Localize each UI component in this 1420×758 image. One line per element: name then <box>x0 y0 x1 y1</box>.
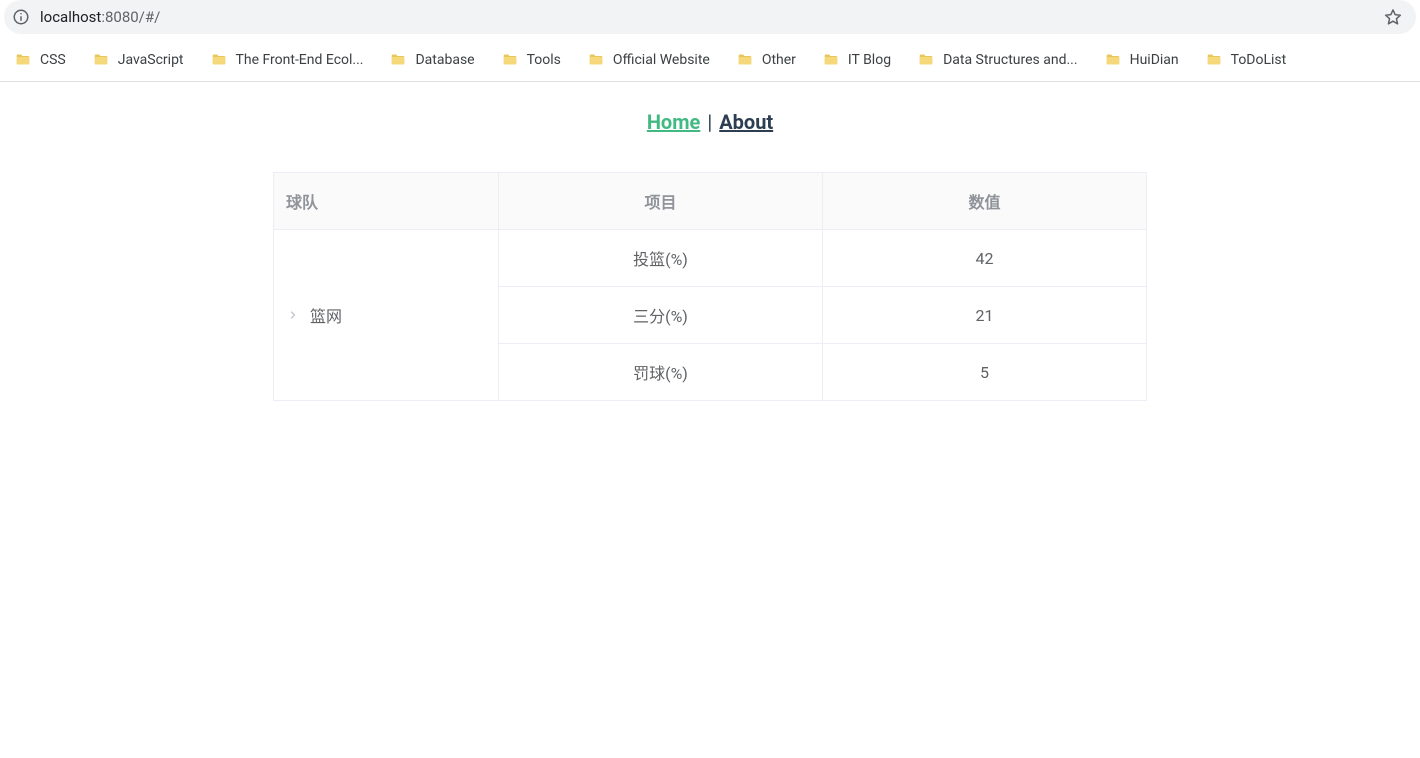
nav-link-home[interactable]: Home <box>647 110 701 134</box>
bookmark-label: CSS <box>40 52 66 68</box>
header-value: 数值 <box>823 173 1147 230</box>
info-icon[interactable] <box>12 8 30 26</box>
team-cell: 篮网 <box>274 230 499 401</box>
nav-links: Home | About <box>0 110 1420 134</box>
bookmark-item[interactable]: Tools <box>491 46 571 74</box>
bookmark-label: Data Structures and... <box>943 52 1078 68</box>
address-bar[interactable]: localhost:8080/#/ <box>4 0 1416 34</box>
bookmark-item[interactable]: The Front-End Ecol... <box>200 46 374 74</box>
url-text[interactable]: localhost:8080/#/ <box>40 8 1384 26</box>
table-header-row: 球队 项目 数值 <box>274 173 1147 230</box>
bookmark-item[interactable]: Official Website <box>577 46 720 74</box>
table-body: 篮网 投篮(%) 42 三分(%) 21 罚球(%) 5 <box>274 230 1147 401</box>
bookmark-label: IT Blog <box>848 52 891 68</box>
chevron-right-icon <box>286 308 300 322</box>
header-team: 球队 <box>274 173 499 230</box>
bookmark-item[interactable]: Data Structures and... <box>907 46 1088 74</box>
table-row: 篮网 投篮(%) 42 <box>274 230 1147 287</box>
nav-link-about[interactable]: About <box>719 110 773 134</box>
bookmark-label: JavaScript <box>118 52 184 68</box>
bookmark-item[interactable]: Database <box>379 46 484 74</box>
bookmark-star-icon[interactable] <box>1384 8 1402 26</box>
bookmark-item[interactable]: Other <box>726 46 806 74</box>
item-cell: 三分(%) <box>499 287 823 344</box>
bookmark-item[interactable]: CSS <box>4 46 76 74</box>
value-cell: 42 <box>823 230 1147 287</box>
url-path: :8080/#/ <box>101 8 160 26</box>
header-item: 项目 <box>499 173 823 230</box>
bookmarks-bar: CSS JavaScript The Front-End Ecol... Databa… <box>0 38 1420 82</box>
data-table: 球队 项目 数值 篮网 <box>273 172 1147 401</box>
expand-toggle[interactable]: 篮网 <box>286 303 342 327</box>
bookmark-label: Official Website <box>613 52 710 68</box>
url-host: localhost <box>40 8 101 26</box>
page-content: Home | About 球队 项目 数值 <box>0 82 1420 401</box>
bookmark-label: Other <box>762 52 796 68</box>
team-name: 篮网 <box>310 303 342 327</box>
bookmark-label: ToDoList <box>1231 52 1287 68</box>
value-cell: 5 <box>823 344 1147 401</box>
bookmark-label: The Front-End Ecol... <box>236 52 364 68</box>
bookmark-item[interactable]: ToDoList <box>1195 46 1297 74</box>
item-cell: 投篮(%) <box>499 230 823 287</box>
bookmark-label: HuiDian <box>1130 52 1179 68</box>
value-cell: 21 <box>823 287 1147 344</box>
table-container: 球队 项目 数值 篮网 <box>273 172 1147 401</box>
bookmark-item[interactable]: HuiDian <box>1094 46 1189 74</box>
item-cell: 罚球(%) <box>499 344 823 401</box>
bookmark-label: Database <box>415 52 474 68</box>
bookmark-item[interactable]: JavaScript <box>82 46 194 74</box>
bookmark-item[interactable]: IT Blog <box>812 46 901 74</box>
nav-separator: | <box>705 110 714 134</box>
bookmark-label: Tools <box>527 52 561 68</box>
